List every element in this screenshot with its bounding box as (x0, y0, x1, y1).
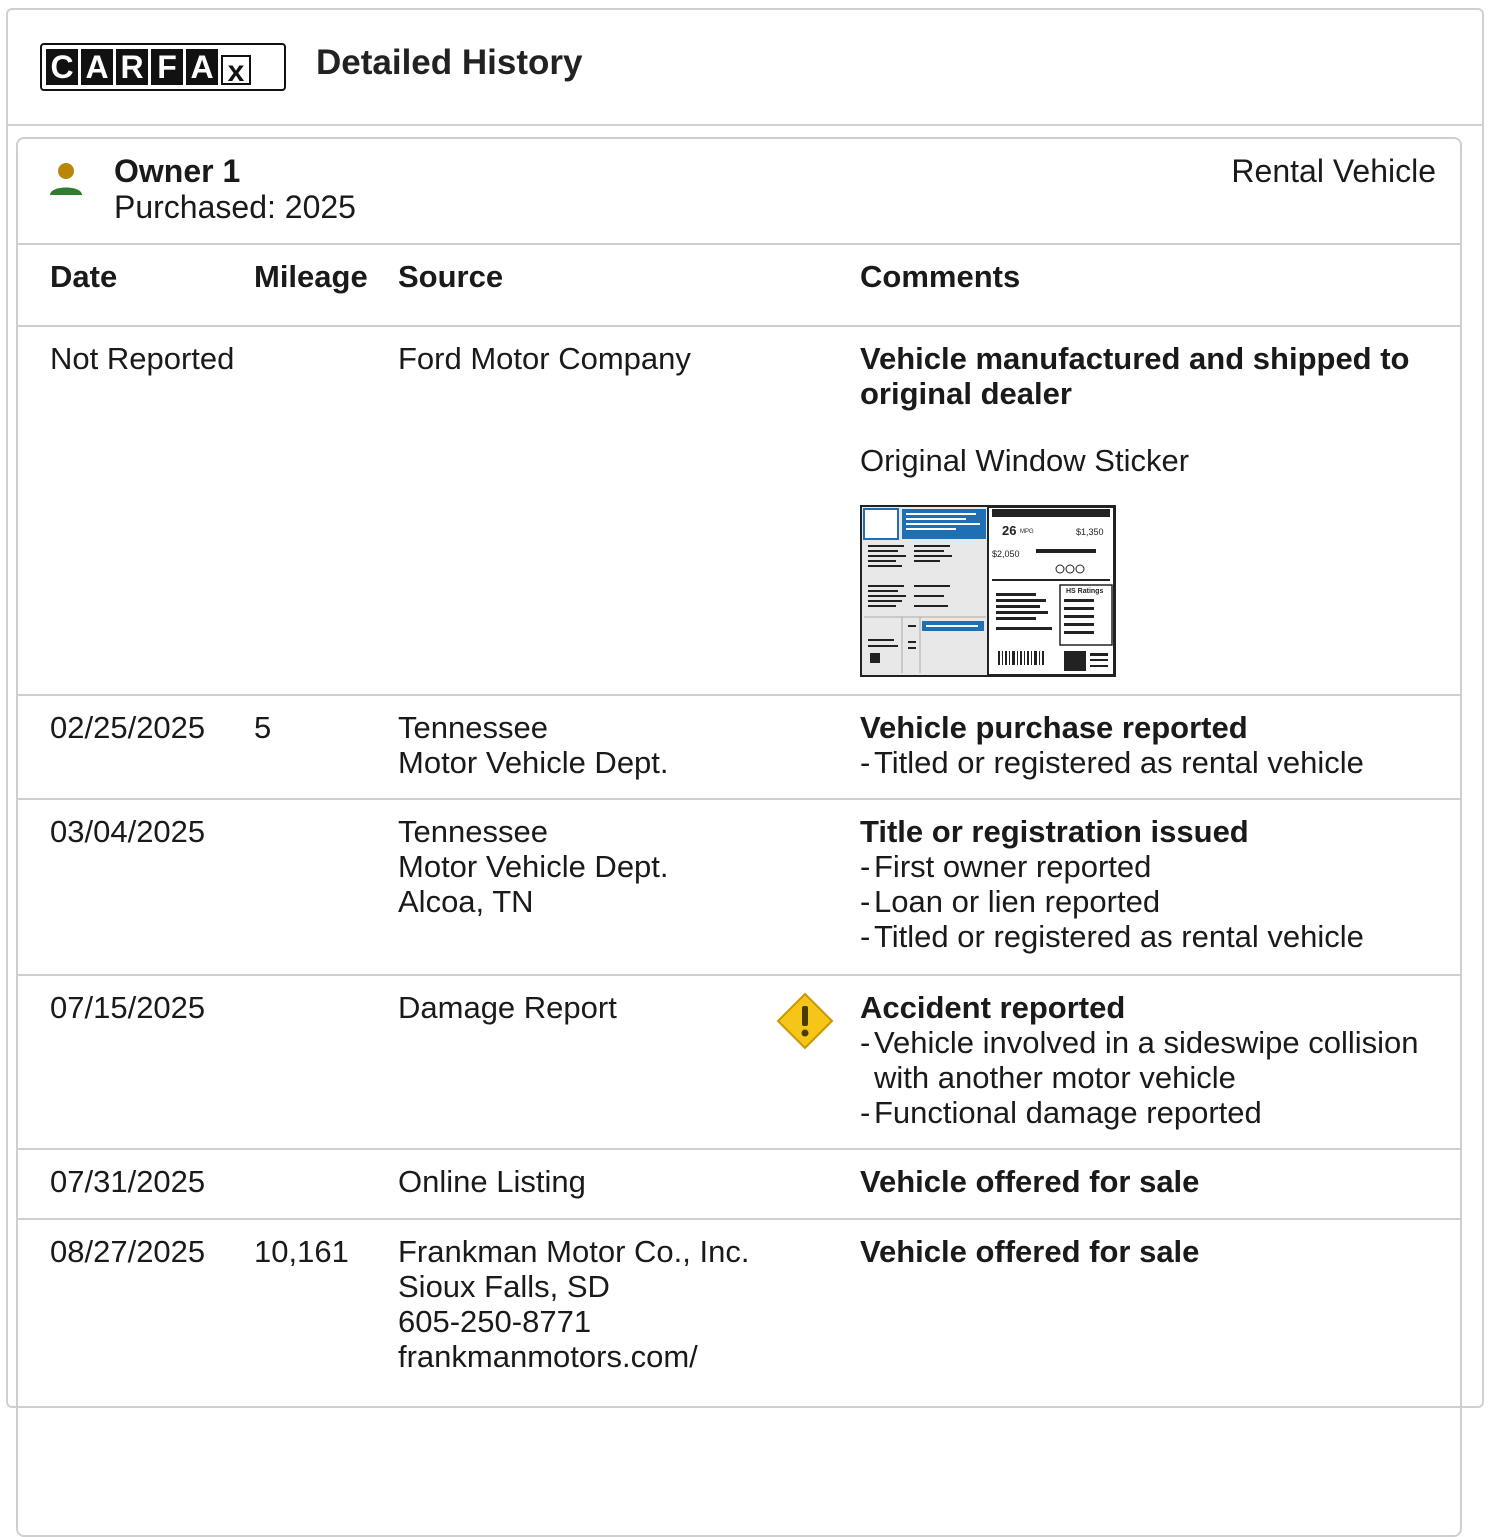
owner-card: Owner 1 Purchased: 2025 Rental Vehicle D… (16, 137, 1462, 1537)
row-date: 07/15/2025 (50, 990, 206, 1025)
row-source: Tennessee Motor Vehicle Dept. Alcoa, TN (398, 814, 669, 919)
svg-text:26: 26 (1002, 523, 1016, 538)
owner-label: Owner 1 (114, 153, 241, 189)
table-row: 03/04/2025 Tennessee Motor Vehicle Dept.… (18, 800, 1460, 976)
row-date: 07/31/2025 (50, 1164, 206, 1199)
svg-text:HS Ratings: HS Ratings (1066, 588, 1103, 595)
row-mileage: 10,161 (254, 1234, 349, 1269)
row-date: Not Reported (50, 341, 235, 376)
page-title: Detailed History (316, 43, 583, 82)
comment-bullet: - Titled or registered as rental vehicle (860, 919, 1364, 954)
row-comments: Title or registration issued - First owne… (860, 814, 1440, 954)
owner-header: Owner 1 Purchased: 2025 Rental Vehicle (18, 139, 1460, 243)
row-date: 03/04/2025 (50, 814, 206, 849)
window-sticker-thumbnail[interactable]: 26 MPG $1,350 $2,050 HS Ratings (860, 505, 1116, 677)
window-sticker-image: 26 MPG $1,350 $2,050 HS Ratings (862, 507, 1114, 675)
row-title: Vehicle offered for sale (860, 1164, 1200, 1199)
row-comments: Vehicle purchase reported - Titled or reg… (860, 710, 1440, 780)
row-date: 02/25/2025 (50, 710, 206, 745)
warning-icon (776, 992, 834, 1050)
person-icon (50, 163, 82, 195)
comment-bullet: - Functional damage reported (860, 1095, 1262, 1130)
row-comments: Accident reported - Vehicle involved in a… (860, 990, 1440, 1130)
row-mileage: 5 (254, 710, 272, 745)
row-source: Tennessee Motor Vehicle Dept. (398, 710, 669, 780)
comment-bullet: - Titled or registered as rental vehicle (860, 745, 1364, 780)
row-source: Frankman Motor Co., Inc. Sioux Falls, SD… (398, 1234, 750, 1374)
table-header: Date Mileage Source Comments (18, 245, 1460, 327)
table-row: Not Reported Ford Motor Company Vehicle … (18, 327, 1460, 696)
owner-purchased: Purchased: 2025 (114, 189, 356, 225)
svg-text:$1,350: $1,350 (1076, 527, 1104, 537)
row-source: Online Listing (398, 1164, 586, 1199)
report-header: C A R F A x Detailed History (8, 10, 1482, 126)
carfax-logo: C A R F A x (40, 43, 286, 91)
dealer-website-link[interactable]: frankmanmotors.com/ (398, 1339, 749, 1374)
header-date: Date (50, 259, 118, 294)
row-source: Damage Report (398, 990, 617, 1025)
comment-bullet: - First owner reported (860, 849, 1152, 884)
owner-type: Rental Vehicle (1231, 153, 1436, 189)
table-row: 08/27/2025 10,161 Frankman Motor Co., In… (18, 1220, 1460, 1420)
comment-bullet: - Vehicle involved in a sideswipe collisi… (860, 1025, 1419, 1095)
header-comments: Comments (860, 259, 1021, 294)
row-title: Vehicle offered for sale (860, 1234, 1200, 1269)
svg-text:$2,050: $2,050 (992, 549, 1020, 559)
row-date: 08/27/2025 (50, 1234, 206, 1269)
header-source: Source (398, 259, 504, 294)
window-sticker-link[interactable]: Original Window Sticker (860, 443, 1440, 478)
history-table: Date Mileage Source Comments Not Reporte… (18, 243, 1460, 1420)
svg-text:MPG: MPG (1020, 529, 1034, 535)
table-row: 07/15/2025 Damage Report Accident report… (18, 976, 1460, 1150)
row-source: Ford Motor Company (398, 341, 691, 376)
comment-bullet: - Loan or lien reported (860, 884, 1161, 919)
table-row: 02/25/2025 5 Tennessee Motor Vehicle Dep… (18, 696, 1460, 800)
header-mileage: Mileage (254, 259, 368, 294)
table-row: 07/31/2025 Online Listing Vehicle offere… (18, 1150, 1460, 1220)
row-title: Vehicle manufactured and shipped to orig… (860, 341, 1410, 411)
